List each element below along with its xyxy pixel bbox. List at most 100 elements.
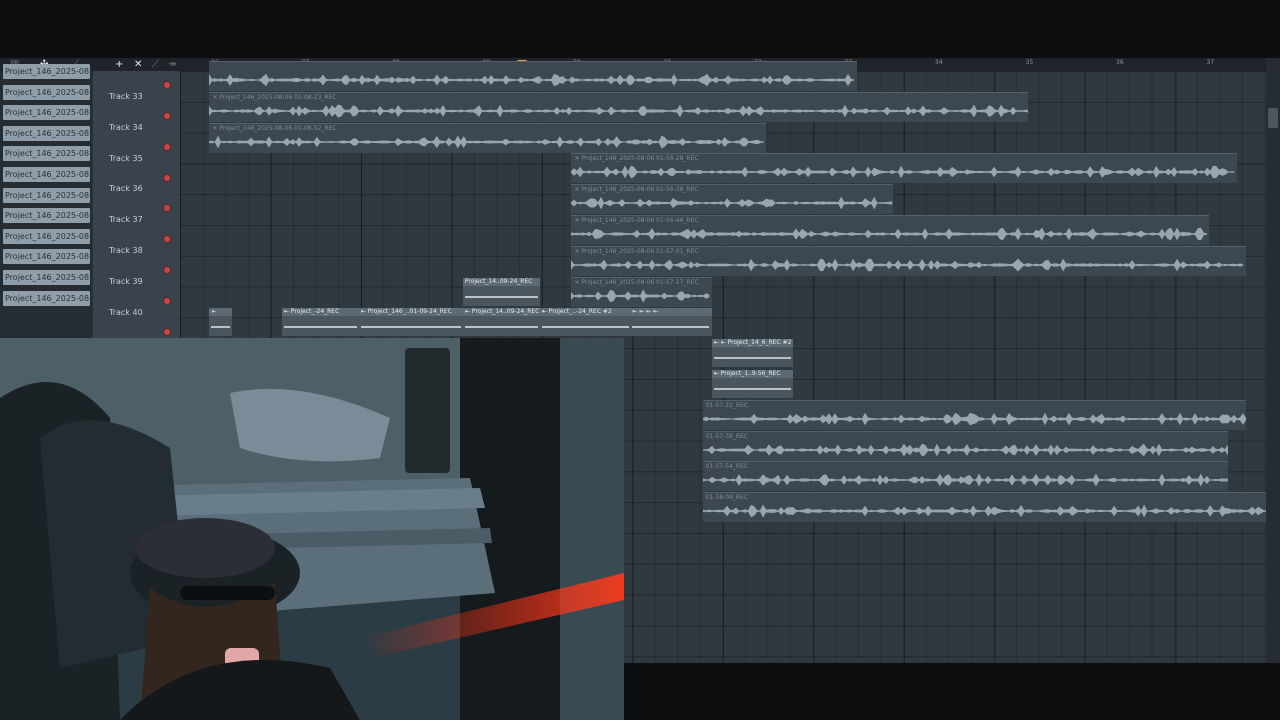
scroll-thumb[interactable]: [1268, 108, 1278, 128]
pattern-item[interactable]: Project_146_2025-08-06...: [3, 270, 90, 285]
pattern-clip-title: ⇤ Project_-24_REC: [281, 308, 359, 317]
track-label[interactable]: Track 36: [109, 184, 143, 193]
audio-clip-title: ✕ Project_146_2025-08-06 01-57-17_REC: [574, 278, 699, 286]
track-record-icon[interactable]: [164, 267, 170, 273]
waveform: [702, 473, 1228, 487]
audio-clip[interactable]: 01-58-09_REC: [702, 492, 1280, 523]
automation-line: [464, 326, 538, 329]
audio-clip[interactable]: 01-57-22_REC: [702, 399, 1246, 430]
ruler-tick-37: 37: [1206, 59, 1215, 66]
audio-clip[interactable]: ✕ Project_146_2025-08-06 01-56-36_REC: [571, 184, 893, 215]
audio-clip-title: 01-57-54_REC: [705, 463, 749, 471]
track-label[interactable]: Track 38: [109, 246, 143, 255]
automation-line: [713, 357, 791, 359]
track-record-icon[interactable]: [164, 113, 170, 119]
automation-line: [632, 326, 710, 329]
audio-clip[interactable]: 01-57-38_REC: [702, 430, 1228, 461]
arrow-icon[interactable]: ↠: [168, 58, 176, 71]
pattern-item[interactable]: Project_146_2025-08-06...: [3, 64, 90, 79]
pattern-clip[interactable]: ⇤: [209, 308, 233, 337]
track-label[interactable]: Track 40: [109, 308, 143, 317]
pattern-clip-title: ⇤ Project_14..09-24_REC: [462, 308, 540, 317]
audio-clip-title: ✕ Project_146_2025-08-06 01-56-36_REC: [574, 186, 699, 194]
waveform: [571, 289, 710, 303]
ruler-tick-35: 35: [1025, 59, 1034, 66]
audio-clip[interactable]: ✕ Project_146_2025-08-06 01-56-28_REC: [571, 153, 1237, 184]
track-record-icon[interactable]: [164, 328, 170, 335]
audio-clip[interactable]: ✕ Project_146_2025-08-06 01-08-23_REC: [209, 91, 1029, 122]
pattern-item[interactable]: Project_146_2025-08-06...: [3, 105, 90, 121]
audio-clip-title: ✕ Project_146_2025-08-06 01-56-46_REC: [574, 217, 699, 224]
automation-line: [541, 326, 629, 329]
automation-line: [283, 326, 357, 329]
pattern-clip-title: ⇤ ⇤ Project_14_6_REC #2: [711, 339, 794, 348]
webcam-overlay: [0, 338, 624, 720]
audio-clip-title: ✕ Project_146_2025-08-06 01-08-52_REC: [212, 124, 337, 132]
audio-clip[interactable]: ✕ Project_146_2025-08-06 01-57-01_REC: [571, 245, 1246, 276]
waveform: [571, 258, 1244, 272]
waveform: [571, 196, 893, 210]
close-button[interactable]: ✕: [134, 58, 142, 71]
audio-clip-title: ✕ Project_146_2025-08-06 01-57-01_REC: [574, 247, 699, 255]
waveform: [571, 227, 1208, 241]
pattern-clip[interactable]: Project_14..09-24_REC: [462, 277, 540, 306]
pattern-clip-title: ⇤ Project_..-24_REC #2: [539, 308, 631, 317]
waveform: [702, 412, 1246, 426]
pattern-item[interactable]: Project_146_2025-08-06...: [3, 167, 90, 182]
track-record-icon[interactable]: [164, 174, 170, 181]
pattern-item[interactable]: Project_146_2025-08-06...: [3, 84, 90, 100]
audio-clip-title: 01-58-09_REC: [705, 494, 749, 502]
track-label[interactable]: Track 37: [109, 215, 143, 224]
audio-clip-title: ✕ Project_146_2025-08-06 01-56-28_REC: [574, 155, 699, 163]
pattern-item[interactable]: Project_146_2025-08-06...: [3, 208, 90, 224]
audio-clip[interactable]: ✕ Project_146_2025-08-06 01-57-17_REC: [571, 276, 712, 307]
pattern-item[interactable]: Project_146_2025-08-06...: [3, 249, 90, 265]
audio-clip[interactable]: ✕ Project_146_2025-08-06 01-56-46_REC: [571, 215, 1210, 245]
automation-line: [211, 326, 231, 329]
audio-clip[interactable]: 01-57-54_REC: [702, 461, 1228, 492]
pattern-clip[interactable]: ⇤ Project_-24_REC: [281, 308, 359, 337]
vertical-scrollbar[interactable]: [1266, 58, 1280, 663]
pattern-clip[interactable]: ⇤ Project_14..09-24_REC: [462, 308, 540, 337]
pattern-clip-title: Project_14..09-24_REC: [462, 277, 540, 286]
add-track-button[interactable]: +: [115, 58, 123, 71]
track-label[interactable]: Track 39: [109, 277, 143, 286]
audio-clip-title: 01-57-22_REC: [705, 401, 749, 409]
track-label[interactable]: Track 33: [109, 92, 143, 101]
automation-line: [464, 295, 538, 298]
audio-clip[interactable]: ✕ Project_146_2025-08-06 01-08-52_REC: [209, 122, 767, 153]
track-record-icon[interactable]: [164, 82, 170, 88]
automation-line: [360, 326, 461, 329]
audio-clip[interactable]: [209, 61, 857, 91]
track-record-icon[interactable]: [164, 236, 170, 243]
track-label[interactable]: Track 35: [109, 154, 143, 163]
ruler-tick-36: 36: [1116, 59, 1124, 66]
pattern-clip[interactable]: ⇤ ⇤ ⇤ ⇤: [630, 308, 712, 337]
slash-icon[interactable]: ⟋: [152, 58, 159, 71]
pattern-clip[interactable]: ⇤ ⇤ Project_14_6_REC #2: [711, 339, 794, 368]
waveform: [209, 135, 765, 148]
pattern-clip-title: ⇤ Project_1..9-56_REC: [711, 370, 794, 378]
waveform: [209, 104, 1029, 118]
pattern-clip[interactable]: ⇤ Project_..-24_REC #2: [539, 308, 631, 337]
pattern-clip-title: ⇤ Project_146_..01-09-24_REC: [358, 308, 463, 317]
pattern-item[interactable]: Project_146_2025-08-06...: [3, 125, 90, 141]
track-record-icon[interactable]: [164, 297, 170, 304]
waveform: [571, 165, 1235, 179]
pattern-clip[interactable]: ⇤ Project_146_..01-09-24_REC: [358, 308, 463, 337]
waveform: [702, 443, 1228, 456]
pattern-item[interactable]: Project_146_2025-08-06...: [3, 290, 90, 306]
ruler-tick-34: 34: [935, 59, 943, 66]
pattern-item[interactable]: Project_146_2025-08-06...: [3, 146, 90, 162]
waveform: [209, 73, 855, 87]
pattern-clip-title: ⇤: [209, 308, 233, 317]
pattern-clip[interactable]: ⇤ Project_1..9-56_REC: [711, 370, 794, 398]
track-record-icon[interactable]: [164, 143, 170, 150]
waveform: [702, 504, 1280, 518]
pattern-item[interactable]: Project_146_2025-08-06...: [3, 187, 90, 203]
track-record-icon[interactable]: [164, 205, 170, 212]
audio-clip-title: ✕ Project_146_2025-08-06 01-08-23_REC: [212, 93, 337, 101]
track-label[interactable]: Track 34: [109, 123, 143, 132]
pattern-item[interactable]: Project_146_2025-08-06...: [3, 228, 90, 244]
automation-line: [713, 388, 791, 390]
